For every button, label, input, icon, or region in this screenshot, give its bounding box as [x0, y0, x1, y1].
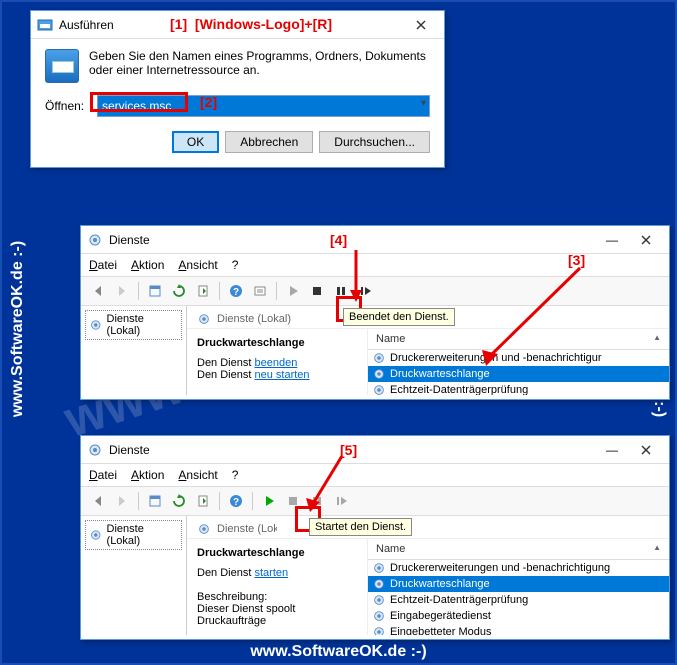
svg-text:?: ? [233, 497, 239, 508]
view-icon[interactable] [144, 490, 166, 512]
tooltip-start: Startet den Dienst. [309, 518, 412, 536]
close-button[interactable] [629, 229, 663, 251]
nav-back-icon[interactable] [87, 280, 109, 302]
service-list-item[interactable]: Druckererweiterungen und -benachrichtigu… [368, 560, 669, 576]
service-list-item[interactable]: Eingabegerätedienst [368, 608, 669, 624]
gear-icon [87, 442, 103, 458]
annotation-5-arrow [308, 456, 348, 511]
minimize-button[interactable]: — [595, 439, 629, 461]
refresh-icon[interactable] [168, 280, 190, 302]
selected-service-name: Druckwarteschlange [197, 337, 357, 349]
service-list-item[interactable]: Druckwarteschlange [368, 366, 669, 382]
link-start-service[interactable]: starten [254, 567, 288, 579]
run-dialog: Ausführen Geben Sie den Namen eines Prog… [30, 10, 445, 168]
browse-button[interactable]: Durchsuchen... [319, 131, 430, 153]
cancel-button[interactable]: Abbrechen [225, 131, 313, 153]
right-heading: Dienste (Lokal) [217, 523, 277, 535]
annotation-3: [3] [568, 252, 585, 268]
link-stop-service[interactable]: beenden [254, 357, 297, 369]
column-header-name[interactable]: Name▲ [368, 539, 669, 560]
close-button[interactable] [404, 14, 438, 36]
watermark-left: www.SoftwareOK.de :-) [9, 241, 27, 417]
start-service-icon[interactable] [258, 490, 280, 512]
selected-service-name: Druckwarteschlange [197, 547, 357, 559]
help-icon[interactable]: ? [225, 280, 247, 302]
menu-action[interactable]: Aktion [131, 468, 164, 482]
menu-file[interactable]: Datei [89, 258, 117, 272]
dropdown-icon[interactable]: ▾ [421, 98, 426, 109]
description-text: Dieser Dienst spoolt Druckaufträge [197, 603, 357, 627]
view-icon[interactable] [144, 280, 166, 302]
nav-back-icon[interactable] [87, 490, 109, 512]
ok-button[interactable]: OK [172, 131, 219, 153]
run-hint-text: Geben Sie den Namen eines Programms, Ord… [89, 49, 430, 83]
annotation-3-arrow [480, 268, 590, 368]
help-icon[interactable]: ? [225, 490, 247, 512]
open-label: Öffnen: [45, 99, 89, 113]
stop-service-icon[interactable] [306, 280, 328, 302]
services-title: Dienste [103, 233, 595, 247]
run-app-icon [45, 49, 79, 83]
tree-item-services-local[interactable]: Dienste (Lokal) [85, 520, 182, 550]
tree-item-services-local[interactable]: Dienste (Lokal) [85, 310, 182, 340]
description-label: Beschreibung: [197, 591, 357, 603]
service-list-item[interactable]: Echtzeit-Datenträgerprüfung [368, 382, 669, 395]
menu-action[interactable]: Aktion [131, 258, 164, 272]
watermark-bottom: www.SoftwareOK.de :-) [250, 643, 426, 661]
service-list-item[interactable]: Druckwarteschlange [368, 576, 669, 592]
link-restart-service[interactable]: neu starten [254, 369, 309, 381]
run-icon-small [37, 17, 53, 33]
refresh-icon[interactable] [168, 490, 190, 512]
annotation-2-box [90, 92, 188, 112]
export-icon[interactable] [192, 490, 214, 512]
services-window-2: Dienste — Datei Aktion Ansicht ? ? Diens… [80, 435, 670, 640]
right-heading: Dienste (Lokal) [217, 313, 291, 325]
nav-fwd-icon[interactable] [111, 280, 133, 302]
start-service-icon[interactable] [282, 280, 304, 302]
tooltip-stop: Beendet den Dienst. [343, 308, 455, 326]
service-list-item[interactable]: Eingebetteter Modus [368, 624, 669, 635]
menu-view[interactable]: Ansicht [178, 468, 217, 482]
svg-text:?: ? [233, 287, 239, 298]
menu-help[interactable]: ? [232, 258, 239, 272]
gear-icon [87, 232, 103, 248]
properties-icon[interactable] [249, 280, 271, 302]
annotation-1: [1] [Windows-Logo]+[R] [170, 16, 332, 32]
annotation-4-arrow [356, 250, 376, 300]
annotation-4: [4] [330, 232, 347, 248]
service-list-item[interactable]: Echtzeit-Datenträgerprüfung [368, 592, 669, 608]
annotation-2: [2] [200, 94, 217, 110]
minimize-button[interactable]: — [595, 229, 629, 251]
menu-help[interactable]: ? [232, 468, 239, 482]
export-icon[interactable] [192, 280, 214, 302]
menu-view[interactable]: Ansicht [178, 258, 217, 272]
menu-file[interactable]: Datei [89, 468, 117, 482]
nav-fwd-icon[interactable] [111, 490, 133, 512]
close-button[interactable] [629, 439, 663, 461]
